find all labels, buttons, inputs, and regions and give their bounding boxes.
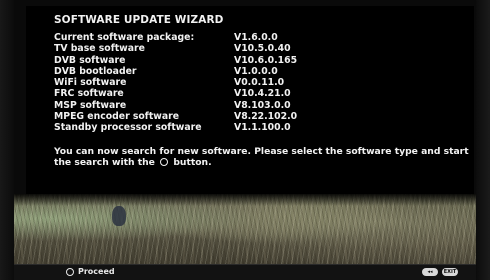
background-photo [14,194,476,264]
version-label: MSP software [54,99,127,111]
version-value: V8.22.102.0 [234,111,298,123]
version-row: FRC software V10.4.21.0 [54,88,474,99]
version-label: DVB software [54,54,126,66]
bezel-left [0,0,14,280]
update-wizard-panel: SOFTWARE UPDATE WIZARD Current software … [26,6,474,194]
version-row: DVB software V10.6.0.165 [54,55,474,66]
version-row: Standby processor software V1.1.100.0 [54,122,474,133]
version-value: V0.0.11.0 [234,77,285,89]
remote-key-hints: ◂◂ EXIT [422,268,458,276]
version-value: V1.1.100.0 [234,122,291,134]
wizard-title: SOFTWARE UPDATE WIZARD [54,14,224,26]
bird-figure [112,206,126,226]
version-row: TV base software V10.5.0.40 [54,43,474,54]
version-value: V8.103.0.0 [234,99,291,111]
version-row: MPEG encoder software V8.22.102.0 [54,111,474,122]
version-label: MPEG encoder software [54,111,180,123]
version-row: Current software package: V1.6.0.0 [54,32,474,43]
photo-fade [14,194,476,206]
instruction-message: You can now search for new software. Ple… [54,146,474,169]
version-row: DVB bootloader V1.0.0.0 [54,66,474,77]
version-label: TV base software [54,43,145,55]
proceed-label: Proceed [78,267,115,276]
version-value: V10.5.0.40 [234,43,291,55]
version-value: V1.0.0.0 [234,65,278,77]
version-value: V10.4.21.0 [234,88,291,100]
version-value: V1.6.0.0 [234,32,278,43]
version-list: Current software package: V1.6.0.0 TV ba… [54,32,474,134]
bezel-right [476,0,490,280]
ok-circle-icon [160,158,169,167]
version-label: Standby processor software [54,122,202,134]
tv-screen: SOFTWARE UPDATE WIZARD Current software … [0,0,490,280]
version-label: FRC software [54,88,124,100]
exit-key-icon[interactable]: EXIT [442,268,458,276]
version-label: DVB bootloader [54,65,137,77]
footer-bar: Proceed ◂◂ EXIT [14,264,476,280]
version-label: Current software package: [54,32,195,43]
version-row: WiFi software V0.0.11.0 [54,77,474,88]
proceed-button[interactable]: Proceed [66,267,115,276]
instruction-text-end: button. [173,157,212,169]
ok-circle-icon [66,267,74,276]
back-key-icon[interactable]: ◂◂ [422,268,438,276]
instruction-text: You can now search for new software. Ple… [54,145,469,169]
version-value: V10.6.0.165 [234,54,298,66]
version-row: MSP software V8.103.0.0 [54,100,474,111]
version-label: WiFi software [54,77,127,89]
